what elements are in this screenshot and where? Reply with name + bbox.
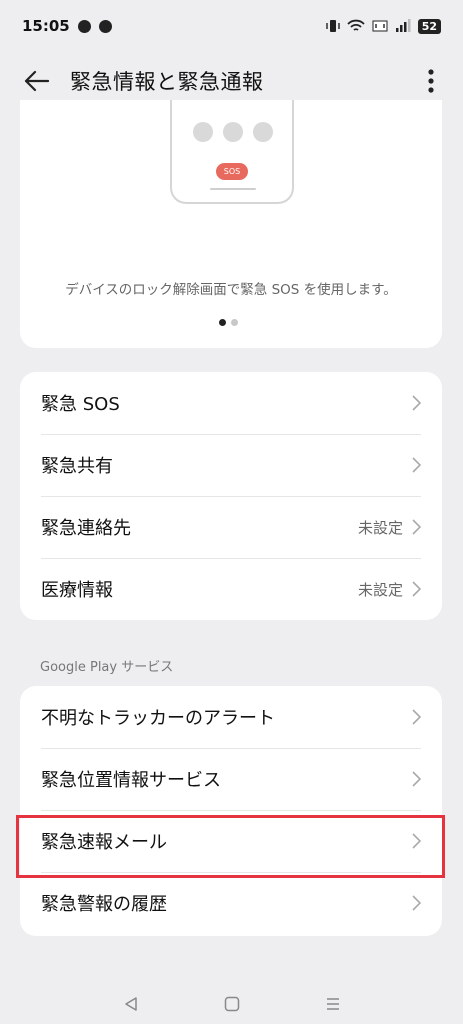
nav-back-button[interactable] [116, 989, 146, 1019]
intro-card: SOS デバイスのロック解除画面で緊急 SOS を使用します。 [20, 100, 442, 348]
page-dot-active [219, 319, 226, 326]
signal-icon [395, 19, 411, 32]
row-emergency-sharing[interactable]: 緊急共有 [20, 434, 442, 496]
nav-home-button[interactable] [217, 989, 247, 1019]
cloud-icon [98, 19, 112, 33]
more-vert-icon [428, 69, 434, 93]
row-label: 医療情報 [41, 580, 113, 601]
more-options-button[interactable] [411, 57, 451, 105]
chevron-right-icon [412, 771, 421, 787]
chevron-right-icon [412, 833, 421, 849]
arrow-left-icon [24, 70, 49, 92]
phone-illustration: SOS [170, 100, 294, 204]
status-time: 15:05 [22, 17, 70, 35]
page-title: 緊急情報と緊急通報 [70, 70, 264, 94]
row-label: 緊急警報の履歴 [41, 894, 167, 915]
wifi-icon [347, 19, 365, 31]
row-label: 緊急 SOS [41, 394, 120, 415]
row-label: 不明なトラッカーのアラート [41, 708, 275, 729]
emergency-settings-card: 緊急 SOS 緊急共有 緊急連絡先 未設定 医療情報 未設定 [20, 372, 442, 620]
section-header-google-play: Google Play サービス [40, 660, 174, 675]
system-nav-bar [0, 984, 463, 1024]
row-label: 緊急共有 [41, 456, 113, 477]
row-medical-info[interactable]: 医療情報 未設定 [20, 558, 442, 620]
row-emergency-contacts[interactable]: 緊急連絡先 未設定 [20, 496, 442, 558]
row-value: 未設定 [357, 580, 403, 599]
chevron-right-icon [412, 709, 421, 725]
home-square-icon [224, 996, 239, 1012]
row-label: 緊急連絡先 [41, 518, 131, 539]
nav-recents-button[interactable] [318, 989, 348, 1019]
sos-pill: SOS [216, 163, 248, 180]
chevron-right-icon [412, 895, 421, 911]
chevron-right-icon [412, 519, 421, 535]
row-value: 未設定 [357, 518, 403, 537]
intro-description: デバイスのロック解除画面で緊急 SOS を使用します。 [65, 282, 397, 298]
back-triangle-icon [124, 997, 137, 1011]
page-dot [231, 319, 238, 326]
phone-dot [193, 122, 213, 142]
back-button[interactable] [12, 57, 60, 105]
row-emergency-alert-history[interactable]: 緊急警報の履歴 [20, 872, 442, 934]
row-emergency-alerts-mail[interactable]: 緊急速報メール [20, 810, 442, 872]
chevron-right-icon [412, 395, 421, 411]
battery-indicator: 52 [417, 18, 441, 34]
row-label: 緊急速報メール [41, 832, 167, 853]
line-app-icon [77, 19, 91, 33]
vibrate-icon [325, 20, 340, 32]
page-indicator [219, 319, 238, 326]
phone-dot [223, 122, 243, 142]
chevron-right-icon [412, 457, 421, 473]
row-unknown-tracker-alerts[interactable]: 不明なトラッカーのアラート [20, 686, 442, 748]
volte-icon [372, 20, 388, 32]
row-label: 緊急位置情報サービス [41, 770, 221, 791]
row-emergency-sos[interactable]: 緊急 SOS [20, 372, 442, 434]
chevron-right-icon [412, 581, 421, 597]
status-bar: 15:05 52 [0, 0, 463, 52]
row-emergency-location-service[interactable]: 緊急位置情報サービス [20, 748, 442, 810]
phone-home-bar [210, 188, 256, 190]
recents-menu-icon [326, 998, 339, 1010]
google-services-card: 不明なトラッカーのアラート 緊急位置情報サービス 緊急速報メール 緊急警報の履歴 [20, 686, 442, 936]
phone-dot [253, 122, 273, 142]
